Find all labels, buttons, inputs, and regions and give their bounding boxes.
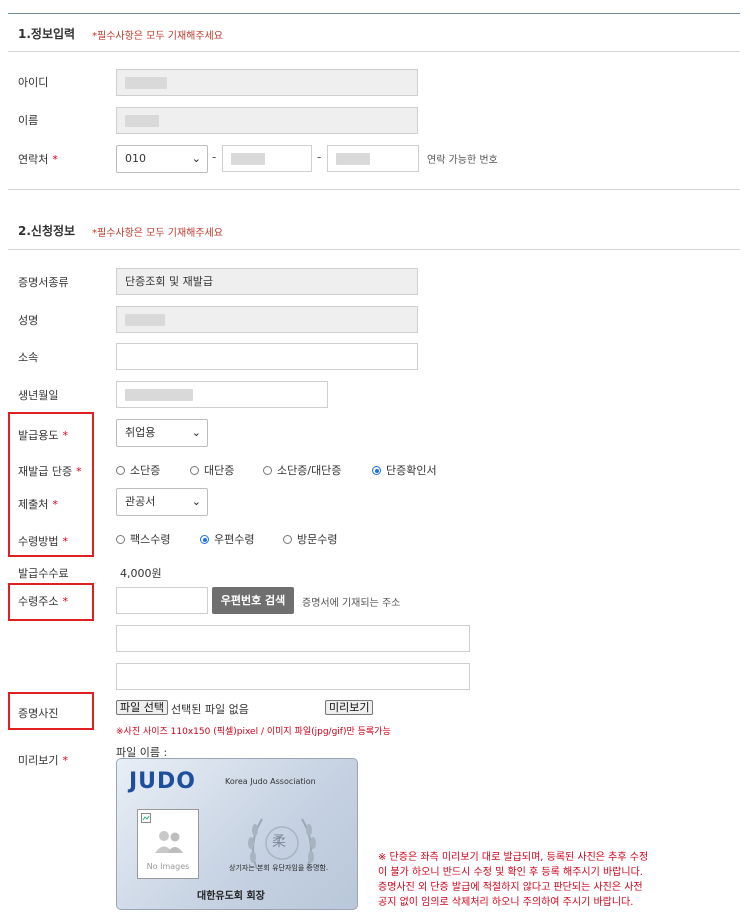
phone-last-field[interactable] (327, 145, 419, 172)
radio-icon (190, 466, 199, 475)
section1-required-note: *필수사항은 모두 기재해주세요 (92, 31, 223, 42)
top-rule (8, 13, 740, 14)
purpose-label: 발급용도 * (18, 429, 68, 442)
phone-dash: - (212, 150, 217, 164)
section1-title: 1.정보입력 (18, 27, 76, 41)
notice-line: 증명사진 외 단증 발급에 적절하지 않다고 판단되는 사진은 사전 (378, 882, 643, 893)
no-image-text: No Images (146, 862, 190, 871)
certify-text: 상기자는 본회 유단자임을 증명함. (229, 864, 329, 872)
reissue-option-confirmation[interactable]: 단증확인서 (372, 462, 437, 478)
preview-button[interactable]: 미리보기 (325, 700, 374, 715)
id-field[interactable] (116, 69, 418, 96)
phone-hint: 연락 가능한 번호 (427, 155, 498, 166)
cert-type-label: 증명서종류 (18, 276, 69, 289)
notice-line: 이 불가 하오니 반드시 수정 및 확인 후 등록 해주시기 바랍니다. (378, 867, 643, 878)
submit-to-label: 제출처 * (18, 498, 58, 511)
section2-required-note: *필수사항은 모두 기재해주세요 (92, 228, 223, 239)
redacted-value (336, 153, 370, 165)
section2-title: 2.신청정보 (18, 224, 76, 238)
birthdate-label: 생년월일 (18, 389, 59, 402)
submit-to-select[interactable]: 관공서 ⌄ (116, 488, 208, 516)
address-label: 수령주소 * (18, 595, 68, 608)
section2-rule (8, 249, 740, 250)
name-field[interactable] (116, 107, 418, 134)
redacted-value (125, 389, 193, 401)
redacted-value (125, 115, 159, 127)
redacted-value (125, 77, 167, 89)
phone-label: 연락처 * (18, 153, 58, 166)
purpose-select[interactable]: 취업용 ⌄ (116, 419, 208, 447)
section1-rule (8, 51, 740, 52)
birthdate-field[interactable] (116, 381, 328, 408)
notice-line: ※ 단증은 좌측 미리보기 대로 발급되며, 등록된 사진은 추후 수정 (378, 852, 649, 863)
section-divider (8, 189, 740, 190)
fee-label: 발급수수료 (18, 567, 69, 580)
radio-selected-icon (200, 535, 209, 544)
radio-selected-icon (372, 466, 381, 475)
reissue-option-small[interactable]: 소단증 (116, 462, 160, 478)
phone-middle-field[interactable] (222, 145, 312, 172)
phone-dash: - (317, 150, 322, 164)
redacted-value (125, 314, 165, 326)
card-association: Korea Judo Association (225, 777, 316, 786)
radio-icon (283, 535, 292, 544)
phone-prefix-select[interactable]: 010 ⌄ (116, 145, 208, 173)
radio-icon (116, 466, 125, 475)
full-name-field[interactable] (116, 306, 418, 333)
certificate-preview-card: JUDO Korea Judo Association No Images 柔 … (116, 758, 358, 910)
photo-note: ※사진 사이즈 110x150 (픽셀)pixel / 이미지 파일(jpg/g… (116, 727, 391, 737)
notice-line: 공지 없이 임의로 삭제처리 하오니 주의하여 주시기 바랍니다. (378, 897, 634, 908)
reissue-option-both[interactable]: 소단증/대단증 (263, 462, 341, 478)
address-line2-field[interactable] (116, 663, 470, 690)
fee-value: 4,000원 (120, 567, 162, 580)
card-brand: JUDO (129, 769, 197, 794)
name-label: 이름 (18, 114, 39, 127)
address-line1-field[interactable] (116, 625, 470, 652)
file-choose-button[interactable]: 파일 선택 (116, 700, 168, 715)
full-name-label: 성명 (18, 314, 39, 327)
photo-notice: ※ 단증은 좌측 미리보기 대로 발급되며, 등록된 사진은 추후 수정 이 불… (378, 850, 678, 910)
receive-method-label: 수령방법 * (18, 535, 68, 548)
redacted-value (231, 153, 265, 165)
affiliation-label: 소속 (18, 351, 39, 364)
photo-label: 증명사진 (18, 707, 59, 720)
chevron-down-icon: ⌄ (191, 152, 201, 165)
reissue-label: 재발급 단증 * (18, 465, 82, 478)
chevron-down-icon: ⌄ (191, 495, 201, 508)
preview-label: 미리보기 * (18, 754, 68, 767)
file-status: 선택된 파일 없음 (171, 703, 249, 716)
zip-search-button[interactable]: 우편번호 검색 (212, 587, 294, 614)
cert-type-field: 단증조회 및 재발급 (116, 268, 418, 295)
radio-icon (263, 466, 272, 475)
card-signature: 대한유도회 회장 (197, 891, 265, 902)
photo-placeholder: No Images (137, 809, 199, 879)
receive-option-fax[interactable]: 팩스수령 (116, 531, 170, 547)
emblem-character: 柔 (272, 834, 286, 850)
receive-option-visit[interactable]: 방문수령 (283, 531, 337, 547)
zipcode-field[interactable] (116, 587, 208, 614)
person-silhouette-icon (155, 831, 183, 853)
id-label: 아이디 (18, 76, 49, 89)
affiliation-field[interactable] (116, 343, 418, 370)
radio-icon (116, 535, 125, 544)
address-hint: 증명서에 기재되는 주소 (302, 598, 401, 609)
broken-image-icon (141, 813, 151, 823)
reissue-option-large[interactable]: 대단증 (190, 462, 234, 478)
receive-option-mail[interactable]: 우편수령 (200, 531, 254, 547)
chevron-down-icon: ⌄ (191, 426, 201, 439)
